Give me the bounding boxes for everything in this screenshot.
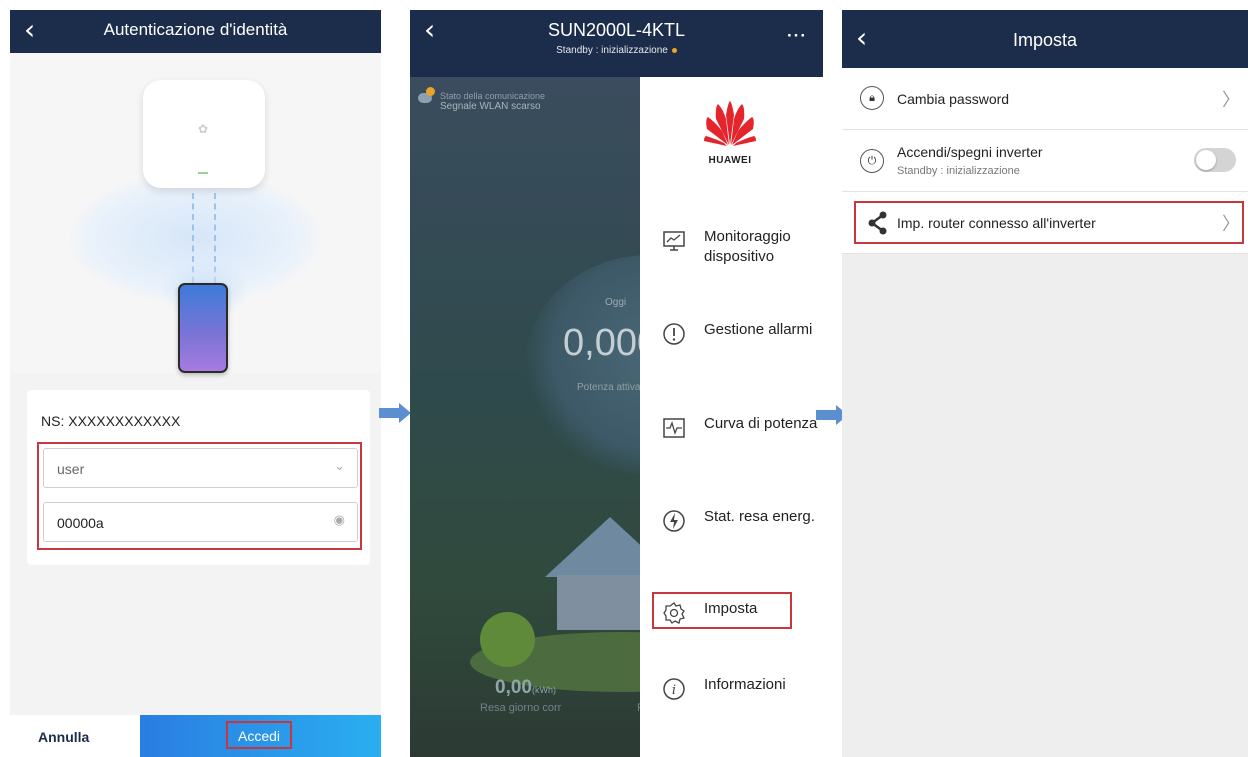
username-select[interactable]: user ⌄	[43, 448, 358, 488]
inverter-toggle[interactable]	[1194, 148, 1236, 172]
tree-image	[480, 612, 535, 667]
menu-label: Imposta	[704, 600, 758, 617]
brand-name: HUAWEI	[708, 155, 752, 166]
menu-label: Informazioni	[704, 676, 786, 693]
yield-value: 0,00(kWh)	[495, 677, 556, 698]
chevron-down-icon[interactable]: ⌄	[334, 459, 345, 474]
comm-status: Stato della comunicazione Segnale WLAN s…	[418, 87, 545, 112]
house-image	[545, 517, 675, 630]
connection-illustration: ✿	[10, 53, 381, 373]
status-dot-icon	[671, 47, 677, 53]
sun-icon	[426, 87, 435, 96]
login-button[interactable]: Accedi	[140, 715, 381, 757]
lock-icon: 🔒︎	[860, 86, 884, 110]
menu-label: Monitoraggio dispositivo	[704, 228, 791, 265]
device-name: SUN2000L-4KTL	[547, 20, 686, 40]
power-label: Potenza attiva	[577, 382, 641, 393]
settings-title: Imposta	[1012, 30, 1078, 50]
cancel-button[interactable]: Annulla	[10, 715, 140, 757]
today-label: Oggi	[605, 297, 627, 308]
gear-icon	[663, 602, 685, 624]
power-curve-icon	[663, 418, 685, 438]
power-icon: ⏻	[860, 149, 884, 173]
login-title: Autenticazione d'identità	[103, 20, 288, 39]
password-value: 00000a	[57, 515, 104, 531]
login-label: Accedi	[238, 728, 281, 744]
yield-label: Resa giorno corr	[480, 702, 562, 714]
info-icon: i	[663, 678, 685, 700]
username-value: user	[57, 461, 85, 477]
share-icon	[868, 211, 887, 235]
inverter-power-row: ⏻ Accendi/spegni inverter Standby : iniz…	[842, 130, 1248, 192]
side-menu: HUAWEI Monitoraggio dispositivo Gestione…	[640, 77, 823, 757]
device-header: ‹ SUN2000L-4KTL Standby : inizializzazio…	[410, 10, 823, 77]
router-settings-row[interactable]: Imp. router connesso all'inverter 〉	[842, 192, 1248, 254]
alarm-icon	[663, 323, 685, 345]
device-menu-screen: ‹ SUN2000L-4KTL Standby : inizializzazio…	[410, 10, 823, 757]
huawei-logo: HUAWEI	[675, 97, 785, 187]
settings-header: ‹ Imposta	[842, 10, 1248, 68]
inverter-device-image: ✿	[143, 80, 265, 188]
login-form: NS: XXXXXXXXXXXX user ⌄ 00000a ◉	[27, 390, 370, 565]
device-state: Standby : inizializzazione	[410, 45, 823, 56]
menu-label: Curva di potenza	[704, 415, 818, 432]
chevron-right-icon: 〉	[1222, 90, 1240, 111]
change-password-row[interactable]: 🔒︎ Cambia password 〉	[842, 68, 1248, 130]
login-screen: ‹ Autenticazione d'identità ✿ NS: XXXXXX…	[10, 10, 381, 757]
password-field[interactable]: 00000a ◉	[43, 502, 358, 542]
menu-label: Gestione allarmi	[704, 321, 813, 338]
device-led	[198, 172, 208, 174]
row-subtitle: Standby : inizializzazione	[897, 165, 1020, 177]
energy-icon	[663, 510, 685, 532]
row-label: Imp. router connesso all'inverter	[897, 215, 1096, 231]
huawei-logo-icon	[704, 101, 756, 146]
svg-text:i: i	[672, 683, 676, 698]
phone-image	[178, 283, 228, 373]
more-menu-icon[interactable]: ···	[787, 26, 807, 46]
eye-icon[interactable]: ◉	[334, 513, 345, 528]
menu-label: Stat. resa energ.	[704, 508, 815, 525]
settings-screen: ‹ Imposta 🔒︎ Cambia password 〉 ⏻ Accendi…	[842, 10, 1248, 757]
row-label: Accendi/spegni inverter	[897, 144, 1043, 160]
login-header: ‹ Autenticazione d'identità	[10, 10, 381, 53]
row-label: Cambia password	[897, 91, 1010, 107]
login-footer: Annulla Accedi	[10, 715, 381, 757]
cancel-label: Annulla	[38, 729, 90, 745]
device-logo-icon: ✿	[197, 122, 209, 136]
chevron-right-icon: 〉	[1222, 214, 1240, 235]
serial-number: NS: XXXXXXXXXXXX	[41, 413, 181, 429]
monitor-icon	[663, 231, 685, 251]
settings-list: 🔒︎ Cambia password 〉 ⏻ Accendi/spegni in…	[842, 68, 1248, 254]
